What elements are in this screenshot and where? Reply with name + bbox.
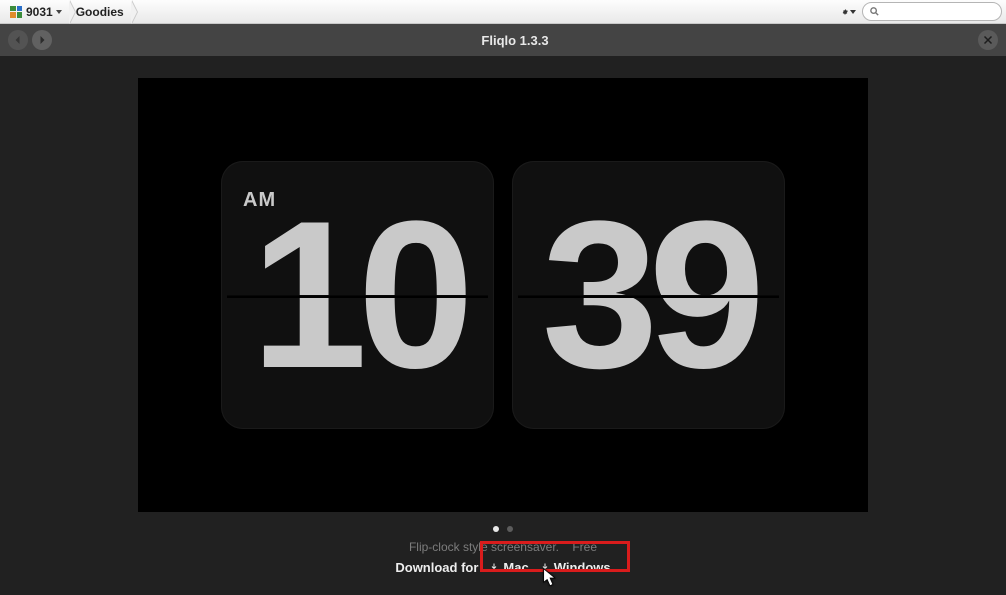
price-label: Free: [572, 540, 597, 554]
minutes-digits: 39: [542, 190, 756, 400]
download-row: Download for Mac Windows: [395, 560, 610, 575]
download-icon: [539, 562, 551, 574]
screenshot-preview: AM 10 39: [138, 78, 868, 512]
chevron-down-icon: [56, 10, 62, 14]
search-field[interactable]: [862, 2, 1002, 21]
flip-card-hours: AM 10: [221, 161, 494, 429]
breadcrumb-page[interactable]: Goodies: [70, 0, 132, 23]
browser-toolbar: 9031 Goodies: [0, 0, 1006, 24]
breadcrumb-page-label: Goodies: [76, 5, 124, 19]
description-line: Flip-clock style screensaver. Free: [409, 540, 597, 554]
breadcrumb-site-label: 9031: [26, 5, 53, 19]
search-input[interactable]: [884, 6, 995, 18]
page-dot-2[interactable]: [507, 526, 513, 532]
description-text: Flip-clock style screensaver.: [409, 540, 559, 554]
next-button[interactable]: [32, 30, 52, 50]
prev-button[interactable]: [8, 30, 28, 50]
download-icon: [488, 562, 500, 574]
chevron-down-icon: [850, 10, 856, 14]
close-icon: [982, 34, 994, 46]
hours-digits: 10: [251, 190, 465, 400]
viewer-title: Fliqlo 1.3.3: [52, 33, 978, 48]
download-mac-label: Mac: [503, 560, 528, 575]
search-icon: [869, 6, 880, 17]
site-grid-icon: [10, 6, 22, 18]
viewer-stage: Fliqlo 1.3.3 AM 10 39 Flip-clock style s…: [0, 24, 1006, 595]
flip-card-minutes: 39: [512, 161, 785, 429]
download-mac-link[interactable]: Mac: [488, 560, 528, 575]
settings-button[interactable]: [842, 5, 856, 19]
download-windows-label: Windows: [554, 560, 611, 575]
page-dot-1[interactable]: [493, 526, 499, 532]
viewer-header: Fliqlo 1.3.3: [0, 24, 1006, 56]
download-windows-link[interactable]: Windows: [539, 560, 611, 575]
page-indicator: [493, 526, 513, 532]
ampm-label: AM: [243, 189, 276, 212]
download-prefix: Download for: [395, 560, 478, 575]
breadcrumb: 9031 Goodies: [4, 0, 132, 23]
breadcrumb-site[interactable]: 9031: [4, 0, 70, 23]
close-button[interactable]: [978, 30, 998, 50]
